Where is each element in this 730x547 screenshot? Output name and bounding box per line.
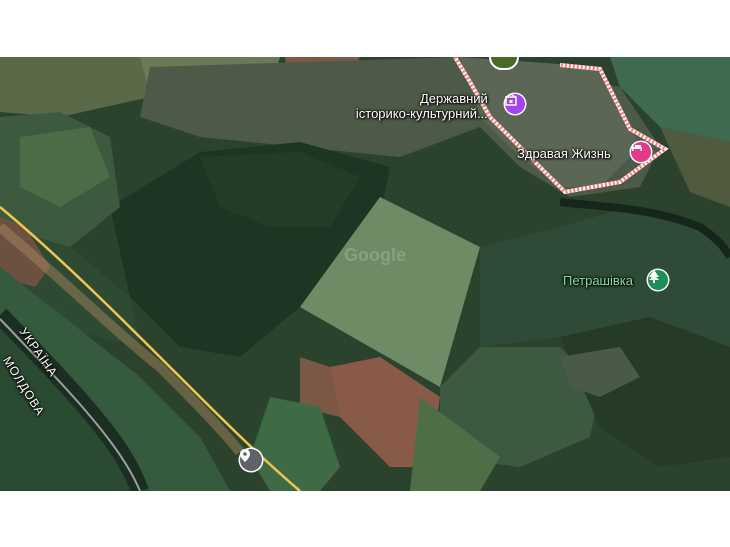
museum-icon[interactable] xyxy=(505,94,525,114)
satellite-map[interactable]: Google Державний історико-культурний... … xyxy=(0,57,730,491)
museum-label-line2: історико-культурний... xyxy=(355,106,488,121)
location-pin-icon[interactable] xyxy=(240,449,262,471)
map-watermark: Google xyxy=(344,245,406,265)
tree-icon[interactable] xyxy=(648,270,668,290)
bed-icon[interactable] xyxy=(631,142,651,162)
place-label-hotel[interactable]: Здравая Жизнь xyxy=(517,146,611,161)
place-label-museum[interactable]: Державний історико-культурний... xyxy=(356,91,488,121)
museum-label-line1: Державний xyxy=(420,91,488,106)
place-label-park[interactable]: Петрашівка xyxy=(563,273,633,288)
